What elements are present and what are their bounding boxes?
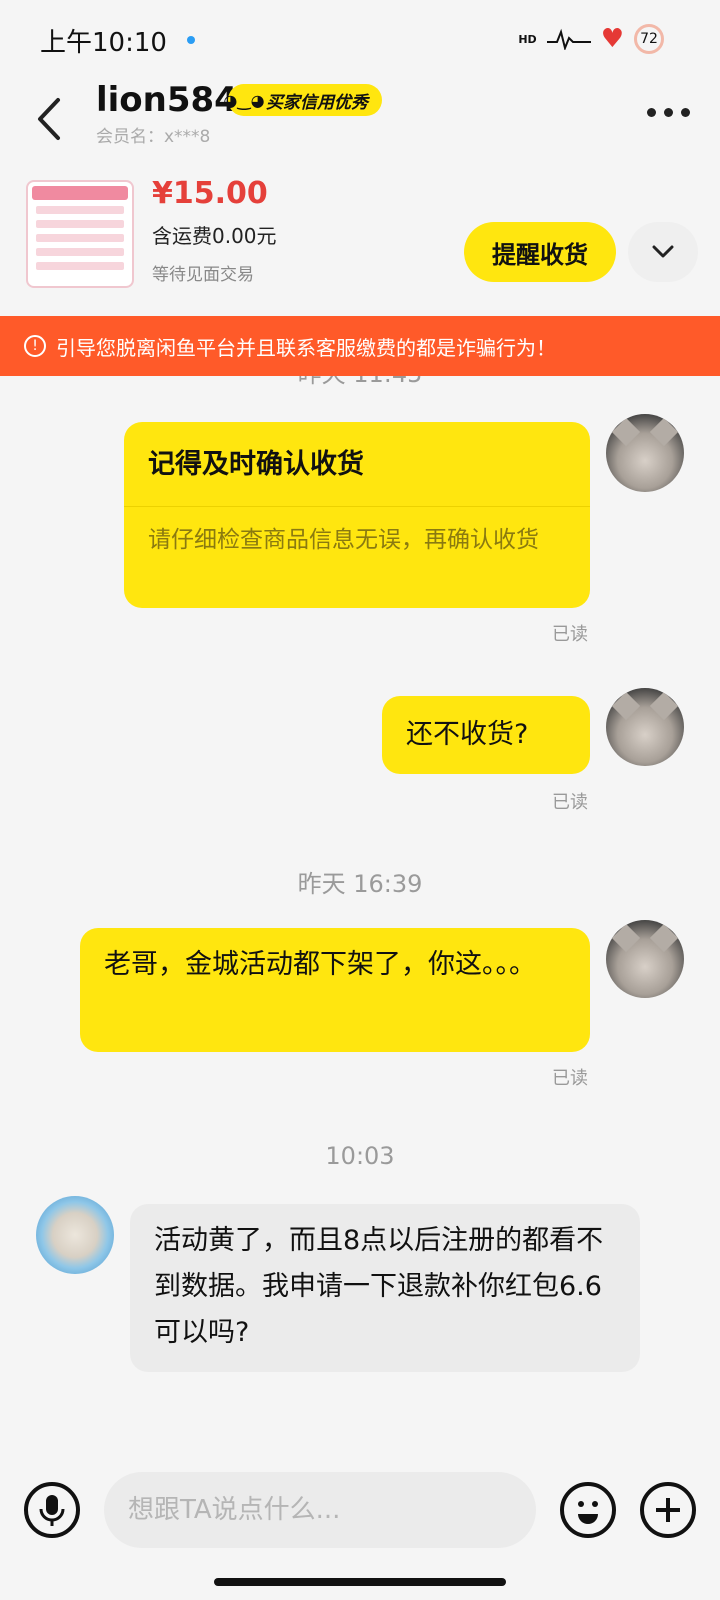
more-icon[interactable] (647, 108, 690, 117)
credit-badge-label: 买家信用优秀 (266, 92, 368, 113)
status-bar: 上午10:10 HD ♥ 72 (0, 0, 720, 80)
seller-avatar[interactable] (36, 1196, 114, 1274)
battery-icon: 72 (634, 24, 664, 54)
read-status: 已读 (552, 1068, 588, 1089)
card-body: 请仔细检查商品信息无误，再确认收货 (148, 527, 539, 553)
warning-icon: ! (24, 335, 46, 357)
hd-label: HD (518, 32, 537, 46)
expand-button[interactable] (628, 222, 698, 282)
add-button[interactable] (640, 1482, 696, 1538)
back-icon[interactable] (32, 94, 72, 144)
product-price: ¥15.00 (152, 176, 268, 211)
credit-badge[interactable]: ◕‿◕ 买家信用优秀 (223, 84, 382, 116)
status-time: 上午10:10 (40, 27, 167, 58)
read-status: 已读 (552, 792, 588, 813)
microphone-icon (39, 1495, 65, 1526)
chevron-down-icon (652, 245, 674, 258)
read-status: 已读 (552, 624, 588, 645)
heart-icon: ♥ (600, 24, 624, 54)
product-thumbnail[interactable] (26, 180, 134, 288)
shipping-fee: 含运费0.00元 (152, 224, 277, 248)
status-icons: HD ♥ 72 (518, 24, 664, 54)
time-label: 10:03 (325, 1142, 395, 1170)
home-indicator[interactable] (214, 1578, 506, 1586)
chat-header: lion584 ◕‿◕ 买家信用优秀 会员名：x***8 (0, 72, 720, 172)
message-bubble[interactable]: 老哥，金城活动都下架了，你这。。。 (80, 928, 590, 1052)
confirm-receipt-card[interactable]: 记得及时确认收货 请仔细检查商品信息无误，再确认收货 (124, 422, 590, 608)
message-input[interactable] (104, 1472, 536, 1548)
my-avatar[interactable] (606, 920, 684, 998)
input-bar (0, 1472, 720, 1552)
username[interactable]: lion584 (96, 80, 238, 120)
emoji-icon (578, 1501, 598, 1524)
remind-receipt-button[interactable]: 提醒收货 (464, 222, 616, 282)
plus-icon (656, 1498, 680, 1522)
product-card[interactable]: ¥15.00 含运费0.00元 等待见面交易 提醒收货 (0, 174, 720, 294)
message-bubble[interactable]: 活动黄了，而且8点以后注册的都看不到数据。我申请一下退款补你红包6.6可以吗? (130, 1204, 640, 1372)
mic-button[interactable] (24, 1482, 80, 1538)
warning-text: 引导您脱离闲鱼平台并且联系客服缴费的都是诈骗行为！ (56, 335, 556, 360)
card-title: 记得及时确认收货 (124, 422, 590, 507)
warning-banner: ! 引导您脱离闲鱼平台并且联系客服缴费的都是诈骗行为！ (0, 316, 720, 376)
my-avatar[interactable] (606, 414, 684, 492)
notification-dot (186, 36, 195, 44)
trade-status: 等待见面交易 (152, 265, 254, 285)
my-avatar[interactable] (606, 688, 684, 766)
message-bubble[interactable]: 还不收货? (382, 696, 590, 774)
emoji-button[interactable] (560, 1482, 616, 1538)
fish-icon: ◕‿◕ (223, 84, 265, 116)
time-label: 昨天 16:39 (297, 870, 423, 898)
heart-rate-icon (546, 28, 591, 50)
member-name: 会员名：x***8 (96, 127, 211, 147)
